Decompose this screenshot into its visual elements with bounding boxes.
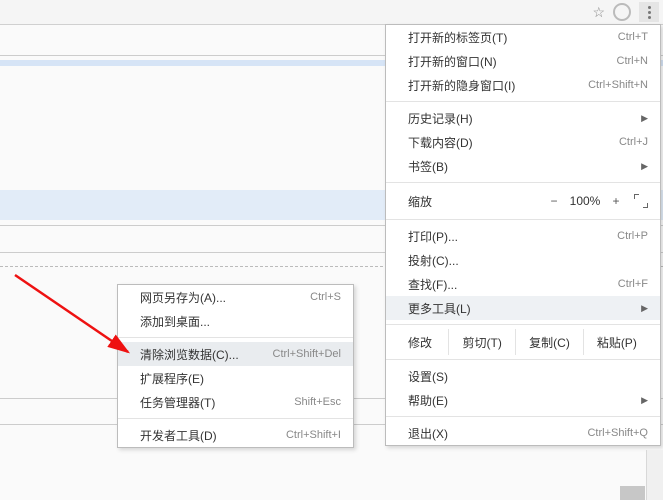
more-tools-submenu: 网页另存为(A)... Ctrl+S 添加到桌面... 清除浏览数据(C)...… <box>117 284 354 448</box>
chevron-right-icon: ▶ <box>641 395 648 406</box>
shortcut: Ctrl+Shift+Del <box>273 348 341 360</box>
scrollbar-thumb[interactable] <box>620 486 645 500</box>
fullscreen-icon[interactable] <box>634 194 648 208</box>
edit-copy[interactable]: 复制(C) <box>515 329 582 355</box>
zoom-label: 缩放 <box>408 193 544 210</box>
label: 扩展程序(E) <box>140 370 341 387</box>
submenu-task-manager[interactable]: 任务管理器(T) Shift+Esc <box>118 390 353 414</box>
menu-cast[interactable]: 投射(C)... <box>386 248 660 272</box>
zoom-out-button[interactable]: − <box>544 194 564 208</box>
label: 查找(F)... <box>408 276 618 293</box>
submenu-save-as[interactable]: 网页另存为(A)... Ctrl+S <box>118 285 353 309</box>
menu-downloads[interactable]: 下载内容(D) Ctrl+J <box>386 130 660 154</box>
label: 书签(B) <box>408 158 635 175</box>
separator <box>386 324 660 325</box>
menu-more-tools[interactable]: 更多工具(L) ▶ <box>386 296 660 320</box>
label: 更多工具(L) <box>408 300 635 317</box>
separator <box>386 416 660 417</box>
shortcut: Shift+Esc <box>294 396 341 408</box>
shortcut: Ctrl+Shift+Q <box>587 427 648 439</box>
separator <box>386 182 660 183</box>
shortcut: Ctrl+N <box>617 55 648 67</box>
shortcut: Ctrl+T <box>618 31 648 43</box>
shortcut: Ctrl+Shift+I <box>286 429 341 441</box>
label: 打开新的标签页(T) <box>408 29 618 46</box>
shortcut: Ctrl+F <box>618 278 648 290</box>
chevron-right-icon: ▶ <box>641 161 648 172</box>
menu-find[interactable]: 查找(F)... Ctrl+F <box>386 272 660 296</box>
menu-edit-row: 修改 剪切(T) 复制(C) 粘贴(P) <box>386 329 660 355</box>
scrollbar-vertical[interactable] <box>646 450 663 500</box>
label: 任务管理器(T) <box>140 394 294 411</box>
menu-zoom-row: 缩放 − 100% + <box>386 187 660 215</box>
edit-paste[interactable]: 粘贴(P) <box>583 329 650 355</box>
label: 退出(X) <box>408 425 587 442</box>
separator <box>118 418 353 419</box>
label: 网页另存为(A)... <box>140 289 310 306</box>
label: 投射(C)... <box>408 252 648 269</box>
label: 历史记录(H) <box>408 110 635 127</box>
menu-history[interactable]: 历史记录(H) ▶ <box>386 106 660 130</box>
menu-new-window[interactable]: 打开新的窗口(N) Ctrl+N <box>386 49 660 73</box>
chevron-right-icon: ▶ <box>641 303 648 314</box>
zoom-value: 100% <box>564 194 606 208</box>
menu-exit[interactable]: 退出(X) Ctrl+Shift+Q <box>386 421 660 445</box>
submenu-dev-tools[interactable]: 开发者工具(D) Ctrl+Shift+I <box>118 423 353 447</box>
shortcut: Ctrl+S <box>310 291 341 303</box>
menu-settings[interactable]: 设置(S) <box>386 364 660 388</box>
menu-bookmarks[interactable]: 书签(B) ▶ <box>386 154 660 178</box>
menu-kebab-icon[interactable] <box>639 2 659 22</box>
toolbar: ☆ <box>0 0 663 25</box>
submenu-add-to-desktop[interactable]: 添加到桌面... <box>118 309 353 333</box>
label: 帮助(E) <box>408 392 635 409</box>
submenu-extensions[interactable]: 扩展程序(E) <box>118 366 353 390</box>
main-menu: 打开新的标签页(T) Ctrl+T 打开新的窗口(N) Ctrl+N 打开新的隐… <box>385 24 661 446</box>
menu-new-tab[interactable]: 打开新的标签页(T) Ctrl+T <box>386 25 660 49</box>
edit-cut[interactable]: 剪切(T) <box>448 329 515 355</box>
shortcut: Ctrl+Shift+N <box>588 79 648 91</box>
separator <box>386 101 660 102</box>
shortcut: Ctrl+P <box>617 230 648 242</box>
shortcut: Ctrl+J <box>619 136 648 148</box>
label: 打印(P)... <box>408 228 617 245</box>
separator <box>386 359 660 360</box>
separator <box>386 219 660 220</box>
profile-icon[interactable] <box>613 3 631 21</box>
label: 开发者工具(D) <box>140 427 286 444</box>
bookmark-star-icon[interactable]: ☆ <box>592 4 605 21</box>
label: 清除浏览数据(C)... <box>140 346 273 363</box>
menu-incognito[interactable]: 打开新的隐身窗口(I) Ctrl+Shift+N <box>386 73 660 97</box>
label: 打开新的隐身窗口(I) <box>408 77 588 94</box>
label: 下载内容(D) <box>408 134 619 151</box>
chevron-right-icon: ▶ <box>641 113 648 124</box>
label: 打开新的窗口(N) <box>408 53 617 70</box>
submenu-clear-browsing-data[interactable]: 清除浏览数据(C)... Ctrl+Shift+Del <box>118 342 353 366</box>
label: 添加到桌面... <box>140 313 341 330</box>
menu-print[interactable]: 打印(P)... Ctrl+P <box>386 224 660 248</box>
zoom-in-button[interactable]: + <box>606 194 626 208</box>
menu-help[interactable]: 帮助(E) ▶ <box>386 388 660 412</box>
page-root: ☆ 打开新的标签页(T) Ctrl+T 打开新的窗口(N) Ctrl+N 打开新… <box>0 0 663 500</box>
edit-label: 修改 <box>408 334 448 351</box>
label: 设置(S) <box>408 368 648 385</box>
separator <box>118 337 353 338</box>
